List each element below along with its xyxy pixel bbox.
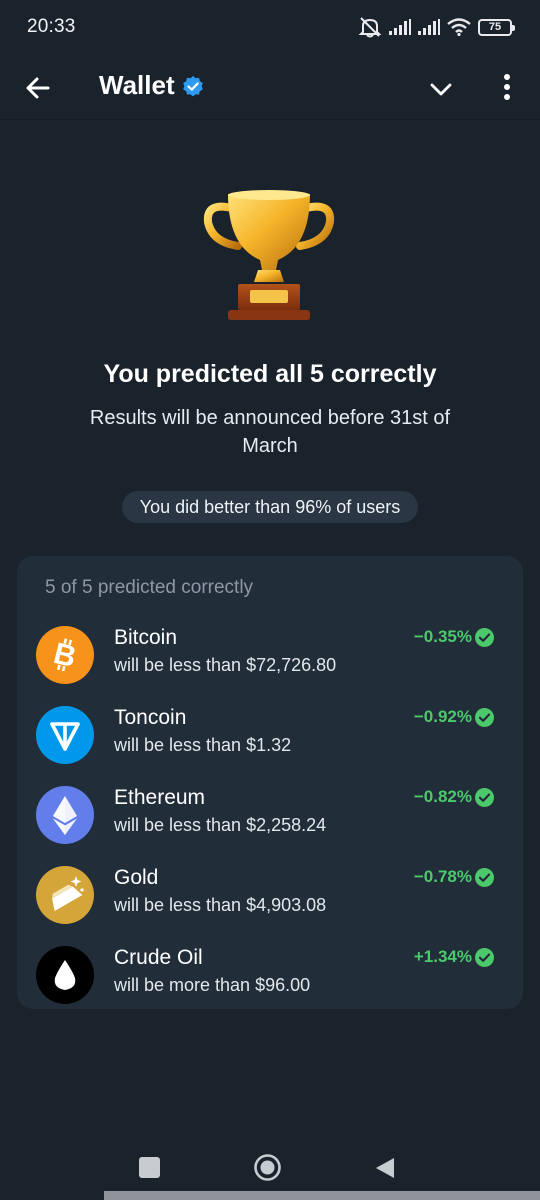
home-icon[interactable]	[253, 1153, 282, 1182]
status-time: 20:33	[27, 16, 76, 37]
battery-level: 75	[488, 21, 502, 33]
asset-prediction: will be more than $96.00	[114, 975, 311, 995]
status-icons: 75	[358, 16, 515, 38]
result-headline: You predicted all 5 correctly	[103, 360, 437, 388]
gesture-bar	[104, 1191, 540, 1200]
check-icon	[475, 708, 494, 727]
asset-name: Toncoin	[114, 706, 187, 729]
battery-icon: 75	[478, 18, 515, 36]
asset-name: Gold	[114, 866, 159, 889]
asset-prediction: will be less than $4,903.08	[114, 895, 327, 915]
recents-icon[interactable]	[139, 1157, 160, 1178]
prediction-row-bitcoin[interactable]: B Bitcoin will be less than $72,726.80 −…	[17, 616, 523, 696]
asset-change: −0.35%	[413, 627, 472, 646]
asset-prediction: will be less than $1.32	[114, 735, 292, 755]
ranking-badge: You did better than 96% of users	[122, 491, 418, 523]
prediction-row-toncoin[interactable]: Toncoin will be less than $1.32 −0.92%	[17, 696, 523, 776]
asset-change: −0.78%	[413, 867, 472, 886]
back-arrow-icon[interactable]	[22, 72, 54, 104]
prediction-row-crude-oil[interactable]: Crude Oil will be more than $96.00 +1.34…	[17, 936, 523, 1016]
gold-icon	[36, 866, 94, 924]
signal-icon	[389, 19, 411, 35]
oil-drop-icon	[36, 946, 94, 1004]
check-icon	[475, 948, 494, 967]
bitcoin-icon: B	[36, 626, 94, 684]
asset-change: +1.34%	[413, 947, 472, 966]
check-icon	[475, 628, 494, 647]
check-icon	[475, 788, 494, 807]
trophy-icon	[203, 190, 335, 320]
status-bar: 20:33 75	[0, 0, 540, 54]
asset-name: Crude Oil	[114, 946, 203, 969]
mute-icon	[358, 17, 382, 38]
back-icon[interactable]	[374, 1156, 396, 1180]
asset-prediction: will be less than $72,726.80	[114, 655, 337, 675]
ethereum-icon	[36, 786, 94, 844]
wifi-icon	[447, 18, 471, 36]
more-vertical-icon[interactable]	[494, 70, 520, 104]
prediction-row-gold[interactable]: Gold will be less than $4,903.08 −0.78%	[17, 856, 523, 936]
app-header: Wallet	[0, 54, 540, 120]
signal-icon	[418, 19, 440, 35]
asset-prediction: will be less than $2,258.24	[114, 815, 327, 835]
predictions-card: 5 of 5 predicted correctly B Bitcoin wil…	[17, 556, 523, 1009]
result-subline: Results will be announced before 31st of…	[89, 407, 451, 457]
asset-change: −0.92%	[413, 707, 472, 726]
prediction-row-ethereum[interactable]: Ethereum will be less than $2,258.24 −0.…	[17, 776, 523, 856]
asset-name: Ethereum	[114, 786, 206, 809]
check-icon	[475, 868, 494, 887]
chevron-down-icon[interactable]	[426, 74, 456, 104]
toncoin-icon	[36, 706, 94, 764]
page-title: Wallet	[99, 70, 175, 100]
asset-change: −0.82%	[413, 787, 472, 806]
asset-name: Bitcoin	[114, 626, 178, 649]
card-title: 5 of 5 predicted correctly	[45, 577, 254, 598]
verified-icon	[183, 76, 203, 97]
